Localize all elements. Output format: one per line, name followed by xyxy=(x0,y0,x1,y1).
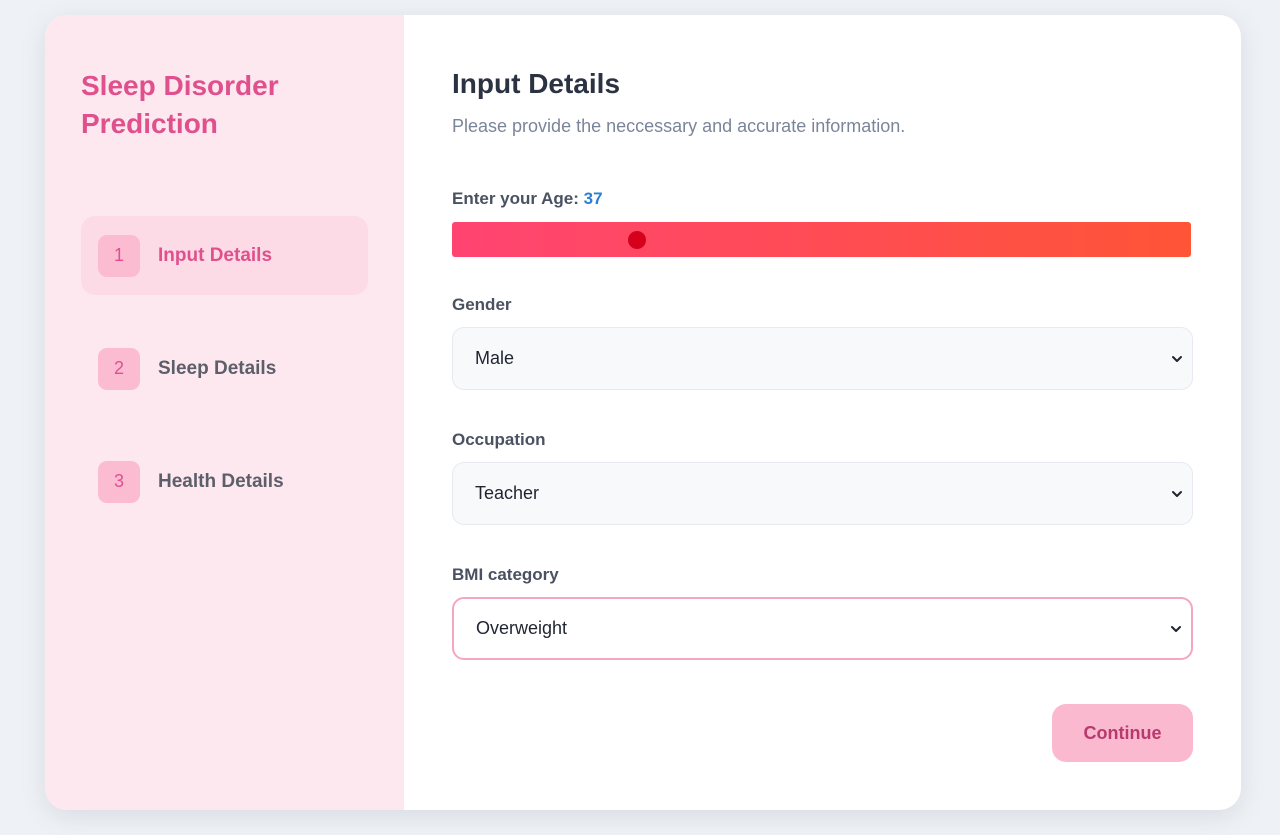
occupation-selected-value: Teacher xyxy=(475,483,540,503)
step-label: Sleep Details xyxy=(158,357,277,379)
gender-group: Gender Male xyxy=(452,295,1193,390)
step-number: 3 xyxy=(98,460,140,503)
chevron-down-icon xyxy=(1171,625,1181,632)
occupation-label: Occupation xyxy=(452,430,546,449)
age-label-text: Enter your Age: xyxy=(452,189,579,208)
brand-title: Sleep Disorder Prediction xyxy=(81,70,279,139)
step-label: Health Details xyxy=(158,470,284,492)
chevron-down-icon xyxy=(1172,490,1182,497)
gender-select[interactable]: Male xyxy=(452,327,1193,390)
step-number: 2 xyxy=(98,347,140,390)
step-health-details[interactable]: 3 Health Details xyxy=(81,442,368,521)
bmi-label: BMI category xyxy=(452,565,559,584)
step-list: 1 Input Details 2 Sleep Details 3 Health… xyxy=(81,216,368,521)
bmi-selected-value: Overweight xyxy=(476,618,568,638)
step-input-details[interactable]: 1 Input Details xyxy=(81,216,368,295)
app-card: Sleep Disorder Prediction 1 Input Detail… xyxy=(45,15,1241,810)
gender-label: Gender xyxy=(452,295,512,314)
step-label: Input Details xyxy=(158,244,273,266)
age-slider-thumb[interactable] xyxy=(627,230,646,249)
sidebar: Sleep Disorder Prediction 1 Input Detail… xyxy=(45,15,404,810)
step-number: 1 xyxy=(98,234,140,277)
continue-button[interactable]: Continue xyxy=(1052,704,1193,762)
age-value: 37 xyxy=(583,189,603,208)
chevron-down-icon xyxy=(1172,355,1182,362)
age-label: Enter your Age: 37 xyxy=(452,189,1193,209)
main-panel: Input Details Please provide the neccess… xyxy=(404,15,1241,810)
page-title: Input Details xyxy=(452,68,621,99)
occupation-select[interactable]: Teacher xyxy=(452,462,1193,525)
bmi-group: BMI category Overweight xyxy=(452,565,1193,660)
gender-selected-value: Male xyxy=(475,348,515,368)
bmi-select[interactable]: Overweight xyxy=(452,597,1193,660)
page-subtitle: Please provide the neccessary and accura… xyxy=(452,116,906,136)
age-slider[interactable] xyxy=(452,222,1191,257)
occupation-group: Occupation Teacher xyxy=(452,430,1193,525)
step-sleep-details[interactable]: 2 Sleep Details xyxy=(81,329,368,408)
